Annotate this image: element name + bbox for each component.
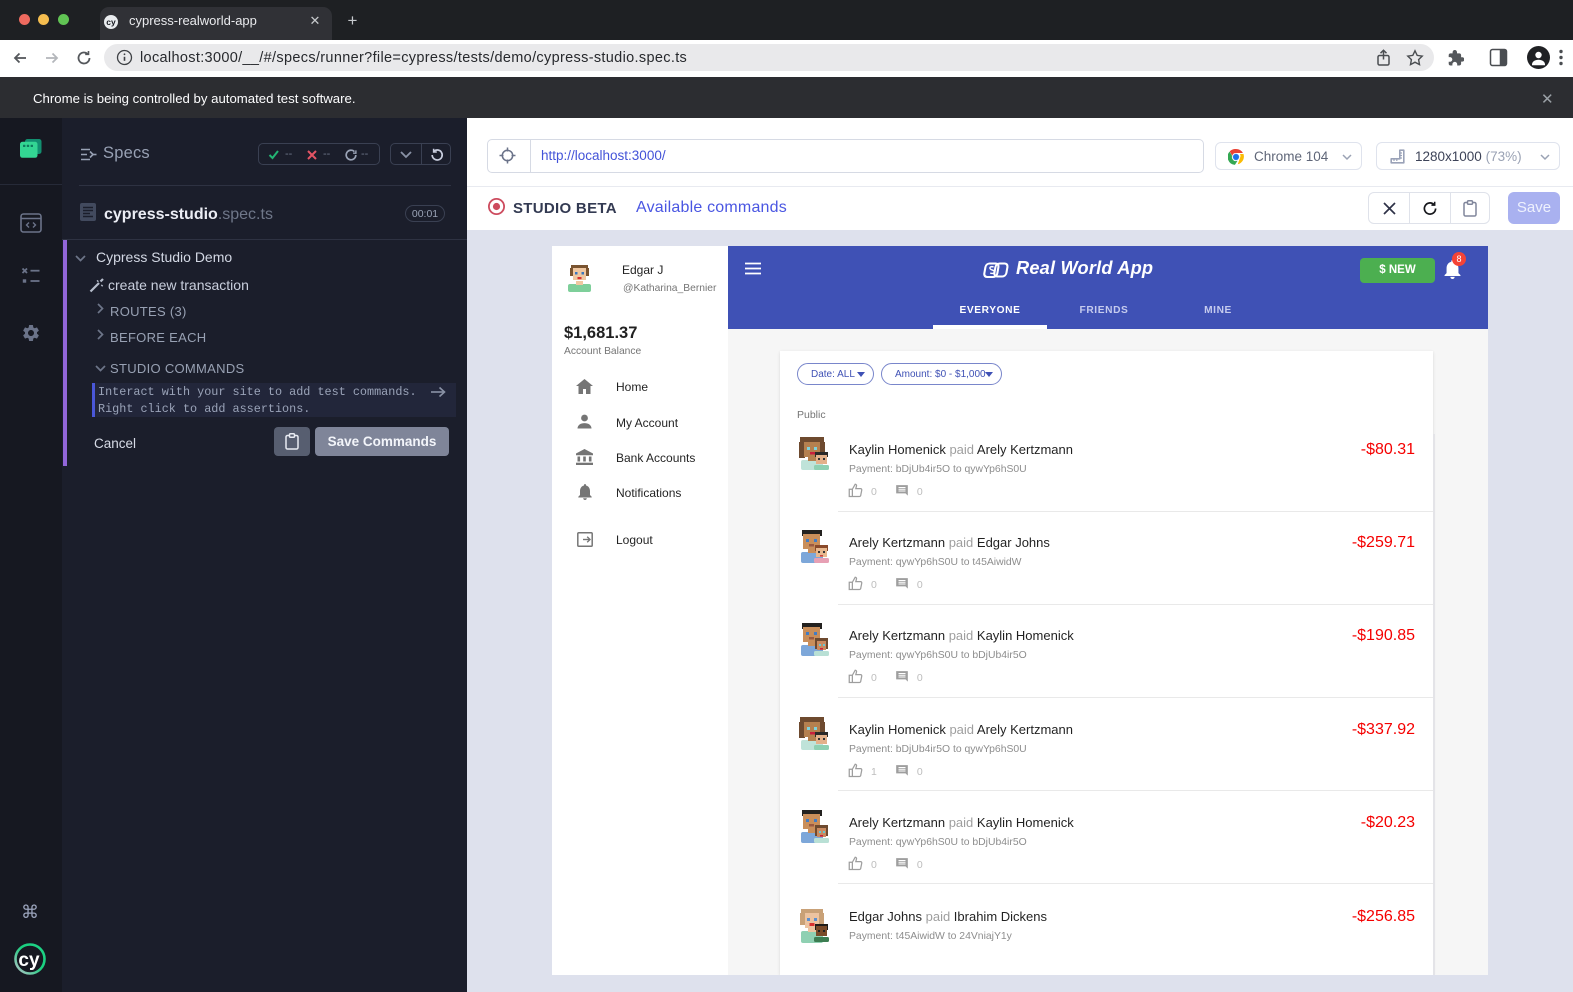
svg-text:cy: cy (18, 950, 40, 971)
svg-text:cy: cy (106, 17, 116, 27)
